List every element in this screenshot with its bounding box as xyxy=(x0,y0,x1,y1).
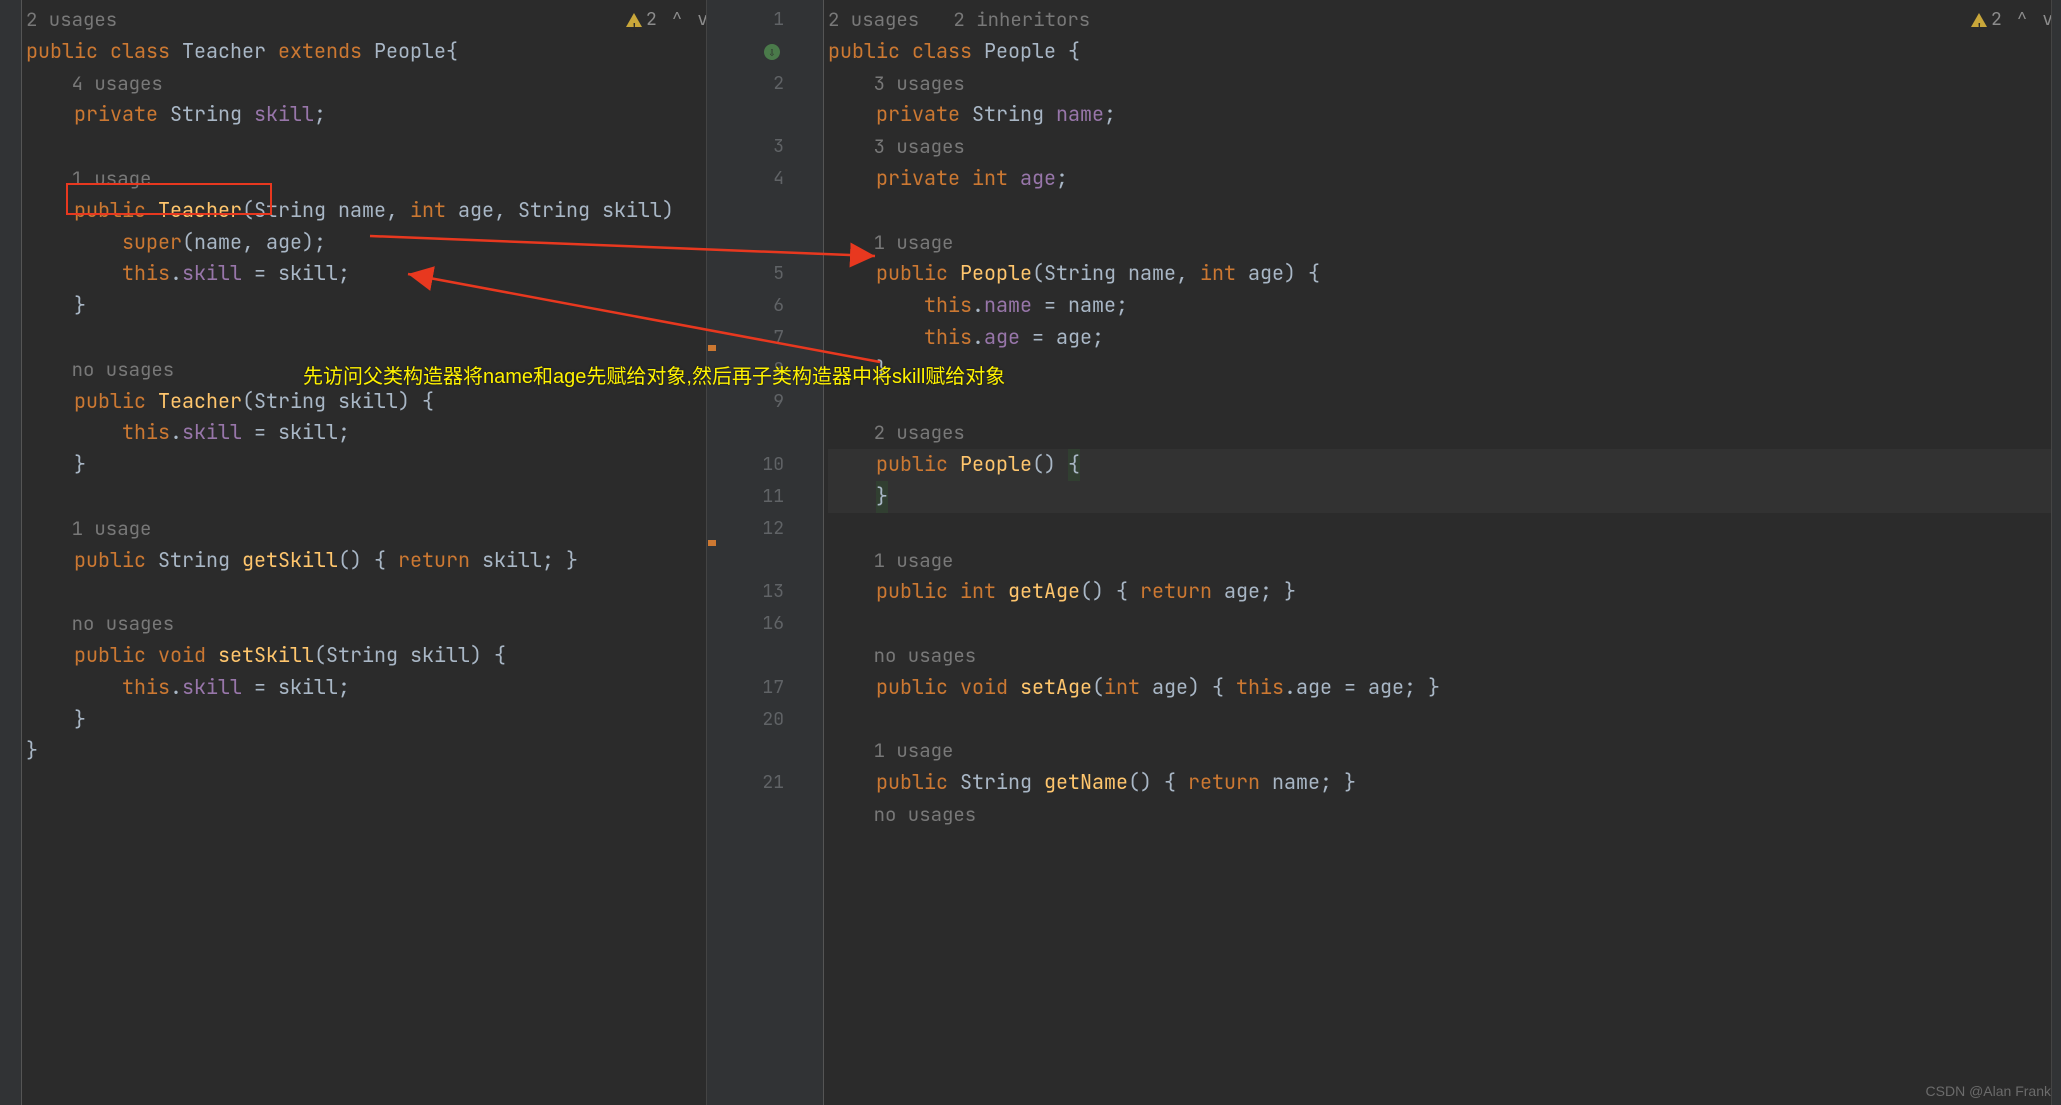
warning-icon xyxy=(1971,13,1987,27)
warning-count: 2 xyxy=(1991,4,2002,36)
constructor-people-full: public People(String name, int age) { xyxy=(828,258,2061,290)
line-number xyxy=(716,195,806,227)
assign-age: this.age = age; xyxy=(828,322,2061,354)
close-brace: } xyxy=(828,481,2061,513)
class-usages-hint[interactable]: 2 usages 2 inheritors xyxy=(828,4,2061,36)
line-number: ⇩ xyxy=(716,36,806,68)
constructor-people-empty: public People() { xyxy=(828,449,2061,481)
field-name: private String name; xyxy=(828,99,2061,131)
line-number xyxy=(716,799,806,831)
editor-split: 2 ^ v 2 usages public class Teacher exte… xyxy=(0,0,2061,1105)
left-code-area[interactable]: 2 ^ v 2 usages public class Teacher exte… xyxy=(22,0,716,767)
assign-skill-2: this.skill = skill; xyxy=(26,417,716,449)
line-number: 4 xyxy=(716,163,806,195)
class-declaration: public class People { xyxy=(828,36,2061,68)
line-number: 5 xyxy=(716,258,806,290)
ctor2-usages-hint[interactable]: no usages xyxy=(26,354,716,386)
ctor2-usages-hint[interactable]: 2 usages xyxy=(828,417,2061,449)
method-setage: public void setAge(int age) { this.age =… xyxy=(828,672,2061,704)
line-number: 11 xyxy=(716,481,806,513)
line-number xyxy=(716,417,806,449)
left-editor-pane: 2 ^ v 2 usages public class Teacher exte… xyxy=(0,0,716,1105)
line-number: 16 xyxy=(716,608,806,640)
warning-count: 2 xyxy=(646,4,657,36)
field-skill: private String skill; xyxy=(26,99,716,131)
line-number xyxy=(716,545,806,577)
age-usages-hint[interactable]: 3 usages xyxy=(828,131,2061,163)
close-brace: } xyxy=(26,449,716,481)
chevron-up-icon[interactable]: ^ xyxy=(661,4,693,36)
method-setskill: public void setSkill(String skill) { xyxy=(26,640,716,672)
assign-skill-3: this.skill = skill; xyxy=(26,672,716,704)
line-number: 13 xyxy=(716,576,806,608)
right-fold-gutter[interactable] xyxy=(806,0,824,1105)
line-number xyxy=(716,735,806,767)
method-getskill: public String getSkill() { return skill;… xyxy=(26,545,716,577)
line-number: 8 xyxy=(716,354,806,386)
getname-usages-hint[interactable]: 1 usage xyxy=(828,735,2061,767)
right-error-stripe[interactable] xyxy=(2051,0,2061,1105)
left-error-stripe[interactable] xyxy=(706,0,716,1105)
line-number xyxy=(716,99,806,131)
line-number: 21 xyxy=(716,767,806,799)
getage-usages-hint[interactable]: 1 usage xyxy=(828,545,2061,577)
inheritors-icon[interactable]: ⇩ xyxy=(764,44,780,60)
line-number: 7 xyxy=(716,322,806,354)
name-usages-hint[interactable]: 3 usages xyxy=(828,68,2061,100)
left-inspection-badge[interactable]: 2 ^ v xyxy=(626,4,708,36)
close-brace: } xyxy=(26,735,716,767)
constructor-teacher-skill: public Teacher(String skill) { xyxy=(26,386,716,418)
method-getage: public int getAge() { return age; } xyxy=(828,576,2061,608)
ctor1-usages-hint[interactable]: 1 usage xyxy=(828,227,2061,259)
line-number: 20 xyxy=(716,704,806,736)
warning-icon xyxy=(626,13,642,27)
constructor-teacher-full: public Teacher(String name, int age, Str… xyxy=(26,195,716,227)
field-usages-hint[interactable]: 4 usages xyxy=(26,68,716,100)
close-brace: } xyxy=(26,704,716,736)
line-number: 17 xyxy=(716,672,806,704)
trail-usages-hint[interactable]: no usages xyxy=(828,799,2061,831)
right-code-area[interactable]: 2 ^ v 2 usages 2 inheritors public class… xyxy=(824,0,2061,1105)
chevron-up-icon[interactable]: ^ xyxy=(2006,4,2038,36)
class-usages-hint[interactable]: 2 usages xyxy=(26,4,716,36)
field-age: private int age; xyxy=(828,163,2061,195)
line-number: 12 xyxy=(716,513,806,545)
getskill-usages-hint[interactable]: 1 usage xyxy=(26,513,716,545)
line-number: 10 xyxy=(716,449,806,481)
watermark: CSDN @Alan Frank xyxy=(1926,1083,2051,1099)
line-number xyxy=(716,640,806,672)
line-number xyxy=(716,227,806,259)
close-brace: } xyxy=(26,290,716,322)
left-gutter[interactable] xyxy=(0,0,22,1105)
line-number: 2 xyxy=(716,68,806,100)
close-brace: } xyxy=(828,354,2061,386)
line-number: 3 xyxy=(716,131,806,163)
line-number-gutter[interactable]: 1 ⇩ 2 34 56789 101112 1316 1720 21 xyxy=(716,0,806,1105)
line-number: 1 xyxy=(716,4,806,36)
assign-name: this.name = name; xyxy=(828,290,2061,322)
line-number: 9 xyxy=(716,386,806,418)
class-declaration: public class Teacher extends People{ xyxy=(26,36,716,68)
super-call: super(name, age); xyxy=(26,227,716,259)
ctor1-usages-hint[interactable]: 1 usage xyxy=(26,163,716,195)
right-inspection-badge[interactable]: 2 ^ v xyxy=(1971,4,2053,36)
line-number: 6 xyxy=(716,290,806,322)
setskill-usages-hint[interactable]: no usages xyxy=(26,608,716,640)
assign-skill-1: this.skill = skill; xyxy=(26,258,716,290)
method-getname: public String getName() { return name; } xyxy=(828,767,2061,799)
right-editor-pane: 1 ⇩ 2 34 56789 101112 1316 1720 21 2 ^ v 2 usage… xyxy=(716,0,2061,1105)
setage-usages-hint[interactable]: no usages xyxy=(828,640,2061,672)
